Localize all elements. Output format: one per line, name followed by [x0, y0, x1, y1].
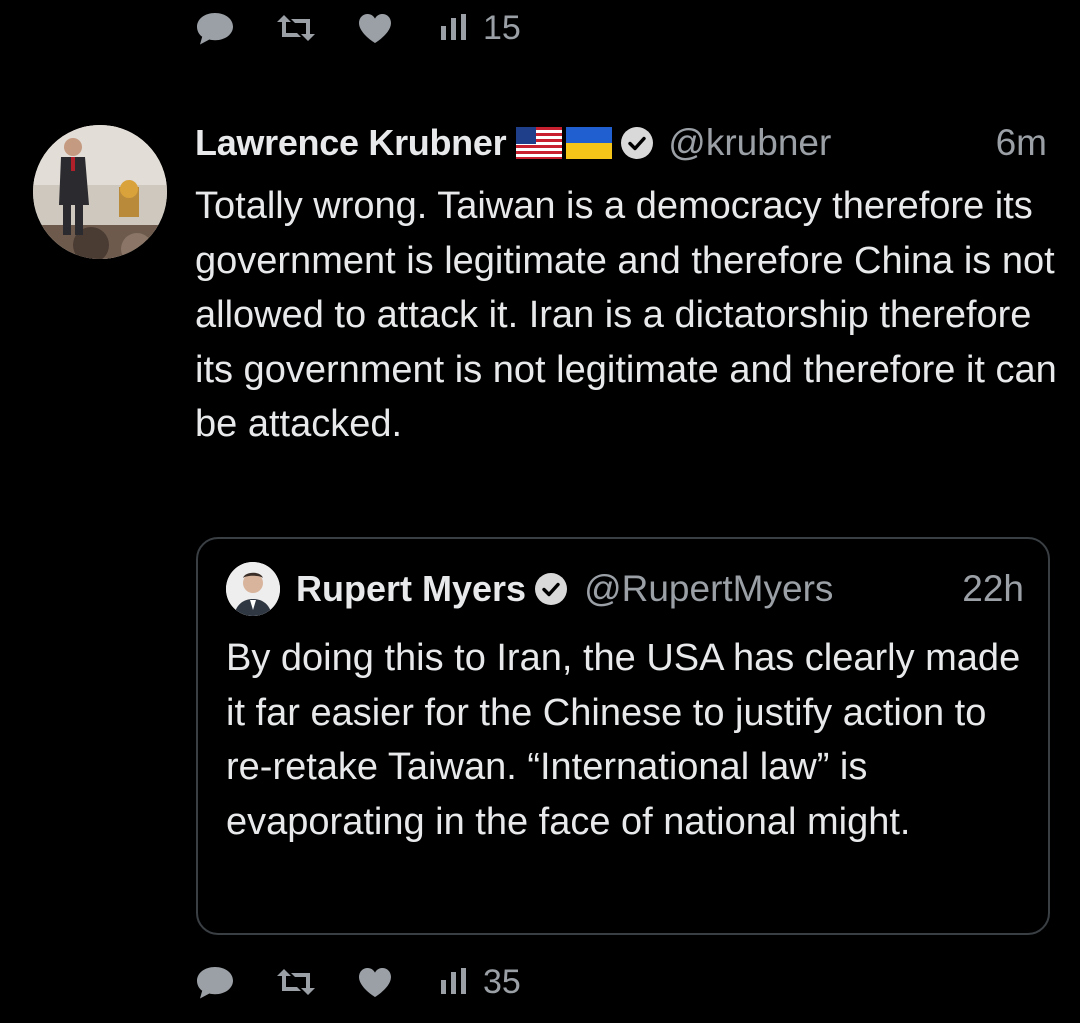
like-button[interactable] — [357, 12, 439, 44]
quoted-author-handle[interactable]: @RupertMyers — [584, 568, 833, 610]
tweet-timestamp[interactable]: 6m — [996, 122, 1047, 164]
reply-icon — [197, 13, 233, 45]
reply-icon — [197, 967, 233, 999]
quoted-avatar[interactable] — [226, 562, 280, 616]
quoted-tweet-text: By doing this to Iran, the USA has clear… — [226, 637, 1021, 843]
verified-icon — [535, 573, 568, 605]
tweet-header: Lawrence Krubner @krubner 6m — [195, 121, 1047, 165]
verified-icon — [621, 127, 654, 159]
tweet-text: Totally wrong. Taiwan is a democracy the… — [195, 185, 1057, 445]
profile-photo-icon — [33, 125, 167, 259]
author-name[interactable]: Lawrence Krubner — [195, 122, 507, 164]
quoted-tweet[interactable]: Rupert Myers @RupertMyers 22h By doing t… — [196, 537, 1050, 935]
views-icon — [441, 14, 466, 40]
views-button[interactable]: 15 — [439, 11, 521, 45]
like-icon — [359, 968, 391, 997]
ukraine-flag-icon — [566, 127, 613, 159]
us-flag-icon — [516, 127, 563, 159]
quoted-author-name[interactable]: Rupert Myers — [296, 568, 526, 610]
retweet-button[interactable] — [275, 966, 357, 998]
views-count: 35 — [483, 963, 521, 1001]
quoted-tweet-header: Rupert Myers @RupertMyers 22h — [226, 561, 1024, 617]
reply-button[interactable] — [195, 10, 275, 46]
quoted-profile-photo-icon — [226, 562, 280, 616]
previous-tweet-action-bar: 15 — [195, 8, 521, 48]
like-icon — [359, 14, 391, 43]
retweet-icon — [277, 15, 315, 41]
views-icon — [441, 968, 466, 994]
avatar[interactable] — [33, 125, 167, 259]
like-button[interactable] — [357, 966, 439, 998]
quoted-tweet-timestamp[interactable]: 22h — [962, 568, 1024, 610]
views-button[interactable]: 35 — [439, 965, 521, 999]
author-handle[interactable]: @krubner — [668, 122, 831, 164]
retweet-icon — [277, 969, 315, 995]
reply-button[interactable] — [195, 964, 275, 1000]
views-count: 15 — [483, 9, 521, 47]
retweet-button[interactable] — [275, 12, 357, 44]
tweet-action-bar: 35 — [195, 962, 521, 1002]
